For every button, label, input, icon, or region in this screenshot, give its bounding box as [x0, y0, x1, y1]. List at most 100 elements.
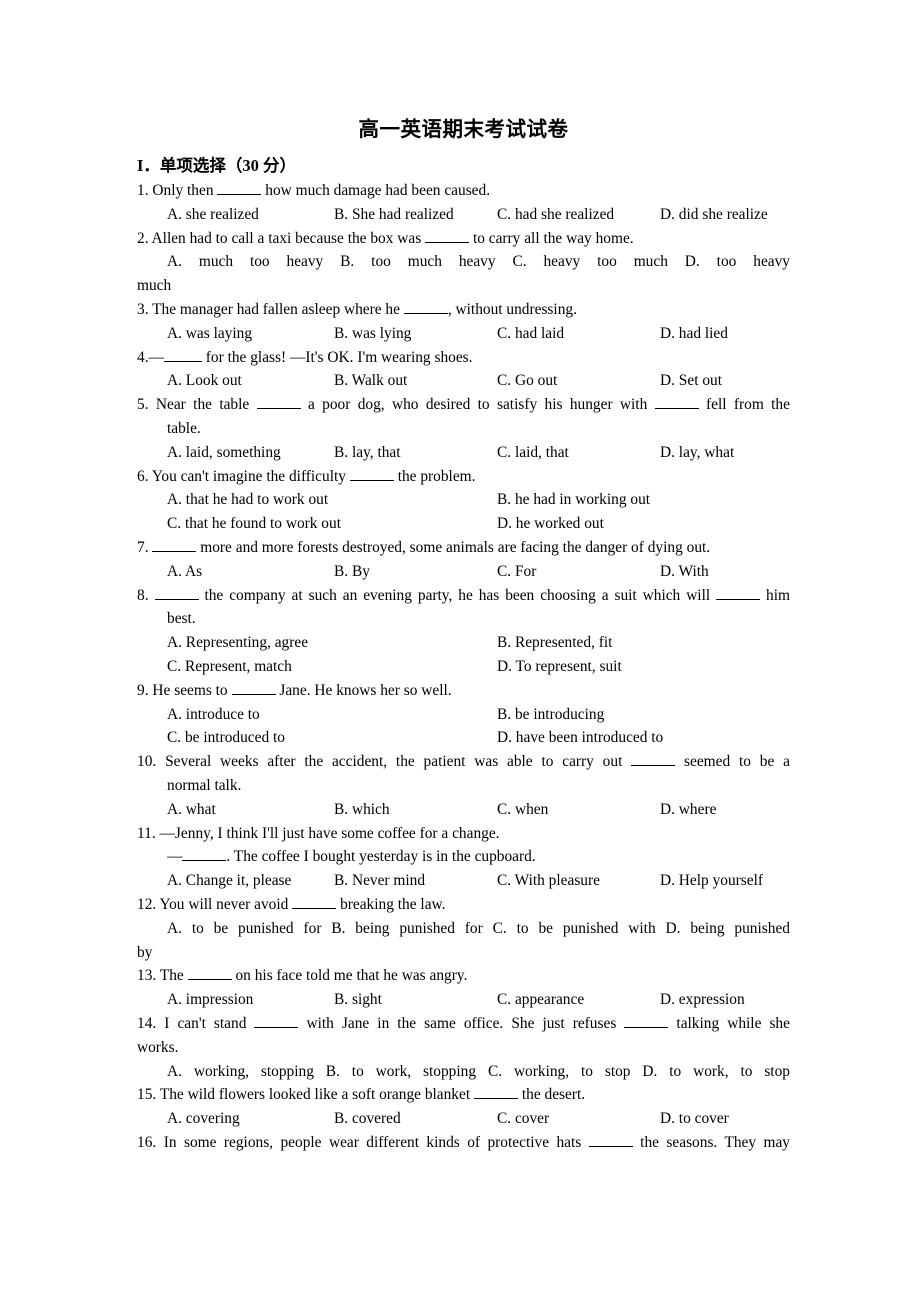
- answer-blank[interactable]: [716, 586, 761, 600]
- stem-text-after: more and more forests destroyed, some an…: [200, 539, 711, 557]
- option-b[interactable]: B. being punished for: [331, 920, 482, 937]
- option-c[interactable]: C. heavy too much: [512, 253, 667, 270]
- option-c[interactable]: C. had laid: [497, 322, 660, 346]
- option-b[interactable]: B. She had realized: [334, 203, 497, 227]
- question-number: 10.: [137, 753, 157, 771]
- option-d[interactable]: D. Set out: [660, 369, 722, 393]
- answer-blank[interactable]: [292, 895, 337, 909]
- option-c[interactable]: C. Go out: [497, 369, 660, 393]
- option-a[interactable]: A. Look out: [167, 369, 334, 393]
- option-d[interactable]: D. have been introduced to: [497, 726, 790, 750]
- option-a[interactable]: A. she realized: [167, 203, 334, 227]
- option-d[interactable]: D. being punished: [666, 920, 790, 937]
- option-c[interactable]: C. that he found to work out: [167, 512, 497, 536]
- option-a[interactable]: A. was laying: [167, 322, 334, 346]
- question-number: 13.: [137, 967, 157, 985]
- option-b[interactable]: B. Never mind: [334, 869, 497, 893]
- option-b[interactable]: B. covered: [334, 1107, 497, 1131]
- option-b[interactable]: B. Walk out: [334, 369, 497, 393]
- question-10: 10. Several weeks after the accident, th…: [137, 750, 790, 821]
- stem-text-before: Allen had to call a taxi because the box…: [151, 229, 422, 247]
- answer-blank[interactable]: [187, 967, 232, 981]
- option-a[interactable]: A. impression: [167, 988, 334, 1012]
- answer-blank[interactable]: [349, 467, 394, 481]
- option-c[interactable]: C. working, to stop: [488, 1063, 631, 1080]
- option-b[interactable]: B. which: [334, 798, 497, 822]
- question-stem: 3. The manager had fallen asleep where h…: [137, 298, 790, 322]
- answer-blank[interactable]: [473, 1086, 518, 1100]
- option-c[interactable]: C. had she realized: [497, 203, 660, 227]
- stem-text-mid: with Jane in the same office. She just r…: [306, 1014, 617, 1032]
- question-stem: 8. the company at such an evening party,…: [137, 584, 790, 608]
- option-a[interactable]: A. As: [167, 560, 334, 584]
- option-row: A. Change it, please B. Never mind C. Wi…: [137, 869, 790, 893]
- answer-blank[interactable]: [154, 586, 199, 600]
- dialogue-dash: —: [167, 848, 183, 866]
- option-d[interactable]: D. where: [660, 798, 716, 822]
- option-d[interactable]: D. to work, to stop: [642, 1063, 790, 1080]
- answer-blank[interactable]: [217, 181, 262, 196]
- option-c[interactable]: C. to be punished with: [493, 920, 656, 937]
- option-c[interactable]: C. laid, that: [497, 441, 660, 465]
- answer-blank[interactable]: [152, 538, 197, 553]
- option-a[interactable]: A. Change it, please: [167, 869, 334, 893]
- option-line: A. Representing, agree B. Represented, f…: [167, 631, 790, 655]
- option-b[interactable]: B. he had in working out: [497, 488, 790, 512]
- answer-blank[interactable]: [163, 348, 202, 362]
- option-c[interactable]: C. appearance: [497, 988, 660, 1012]
- question-stem: 15. The wild flowers looked like a soft …: [137, 1083, 790, 1107]
- answer-blank[interactable]: [231, 681, 276, 695]
- answer-blank[interactable]: [182, 848, 227, 862]
- option-a[interactable]: A. what: [167, 798, 334, 822]
- option-a[interactable]: A. much too heavy: [167, 253, 323, 270]
- option-c[interactable]: C. cover: [497, 1107, 660, 1131]
- stem-text-after: how much damage had been caused.: [265, 182, 491, 200]
- question-number: 15.: [137, 1086, 157, 1104]
- option-a[interactable]: A. that he had to work out: [167, 488, 497, 512]
- option-a[interactable]: A. working, stopping: [167, 1063, 314, 1080]
- option-c[interactable]: C. For: [497, 560, 660, 584]
- option-b[interactable]: B. was lying: [334, 322, 497, 346]
- option-a[interactable]: A. introduce to: [167, 703, 497, 727]
- answer-blank[interactable]: [631, 753, 676, 767]
- option-c[interactable]: C. With pleasure: [497, 869, 660, 893]
- option-b[interactable]: B. be introducing: [497, 703, 790, 727]
- option-c[interactable]: C. Represent, match: [167, 655, 497, 679]
- option-row: A. to be punished for B. being punished …: [137, 917, 790, 941]
- stem-text-after: the desert.: [521, 1086, 586, 1104]
- answer-blank[interactable]: [425, 229, 470, 243]
- option-b[interactable]: B. to work, stopping: [326, 1063, 476, 1080]
- stem-text-after: him: [766, 586, 790, 604]
- option-c[interactable]: C. be introduced to: [167, 726, 497, 750]
- option-d-word-1[interactable]: too: [717, 253, 737, 270]
- answer-blank[interactable]: [654, 396, 699, 410]
- answer-blank[interactable]: [624, 1014, 669, 1028]
- option-d[interactable]: D.: [685, 253, 700, 270]
- option-a[interactable]: A. covering: [167, 1107, 334, 1131]
- option-b[interactable]: B. sight: [334, 988, 497, 1012]
- option-d[interactable]: D. expression: [660, 988, 745, 1012]
- option-c[interactable]: C. when: [497, 798, 660, 822]
- option-d[interactable]: D. Help yourself: [660, 869, 763, 893]
- option-d[interactable]: D. lay, what: [660, 441, 734, 465]
- option-b[interactable]: B. lay, that: [334, 441, 497, 465]
- answer-blank[interactable]: [403, 300, 448, 315]
- option-d[interactable]: D. To represent, suit: [497, 655, 790, 679]
- option-d[interactable]: D. With: [660, 560, 709, 584]
- option-b[interactable]: B. By: [334, 560, 497, 584]
- answer-blank[interactable]: [254, 1014, 299, 1028]
- option-d[interactable]: D. did she realize: [660, 203, 768, 227]
- option-a[interactable]: A. Representing, agree: [167, 631, 497, 655]
- option-d[interactable]: D. to cover: [660, 1107, 729, 1131]
- option-a[interactable]: A. laid, something: [167, 441, 334, 465]
- option-d[interactable]: D. had lied: [660, 322, 728, 346]
- option-d[interactable]: D. he worked out: [497, 512, 790, 536]
- option-b[interactable]: B. Represented, fit: [497, 631, 790, 655]
- stem-text-before: You will never avoid: [159, 895, 289, 913]
- answer-blank[interactable]: [256, 396, 301, 410]
- answer-blank[interactable]: [588, 1133, 633, 1147]
- option-d-word-2[interactable]: heavy: [753, 253, 790, 270]
- option-b[interactable]: B. too much heavy: [340, 253, 495, 270]
- question-4: 4.— for the glass! —It's OK. I'm wearing…: [137, 346, 790, 394]
- option-a[interactable]: A. to be punished for: [167, 920, 321, 937]
